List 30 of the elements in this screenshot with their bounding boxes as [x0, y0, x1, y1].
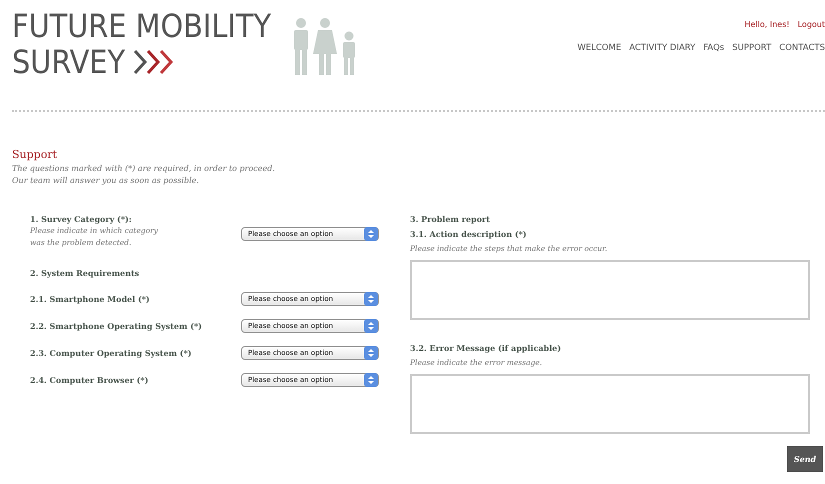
field-label: 2.2. Smartphone Operating System (*): [30, 320, 202, 332]
text-area[interactable]: [410, 260, 810, 320]
field-label: 1. Survey Category (*):: [30, 213, 133, 225]
field-label: 2.3. Computer Operating System (*): [30, 346, 192, 358]
stepper-arrows-icon: [364, 318, 378, 332]
stepper-arrows-icon: [364, 292, 378, 306]
text-area[interactable]: [410, 374, 810, 434]
send-button[interactable]: Send: [787, 446, 823, 472]
intro-text: The questions marked with (*) are required, in order to proceed.: [12, 163, 276, 175]
section-heading: 2. System Requirements: [30, 267, 140, 279]
field-label: 3.1. Action description (*): [410, 228, 528, 240]
nav-link[interactable]: ACTIVITY DIARY: [629, 43, 696, 53]
field-label: 2.4. Computer Browser (*): [30, 374, 148, 386]
logo-text: FUTURE MOBILITY: [12, 8, 272, 44]
field-label: 3.2. Error Message (if applicable): [410, 342, 562, 354]
stepper-arrows-icon: [364, 227, 378, 241]
field-label: 2.1. Smartphone Model (*): [30, 292, 150, 304]
intro-text: Our team will answer you as soon as possible.: [12, 175, 200, 187]
user-link[interactable]: Logout: [798, 20, 825, 29]
nav-link[interactable]: WELCOME: [577, 43, 622, 53]
stepper-arrows-icon: [364, 346, 378, 360]
page-title: Support: [12, 148, 58, 161]
stepper-arrows-icon: [364, 372, 378, 386]
chevrons-icon: [133, 49, 176, 75]
logo-text: SURVEY: [12, 44, 126, 80]
section-heading: 3. Problem report: [410, 213, 491, 225]
nav-link[interactable]: SUPPORT: [732, 43, 772, 53]
nav-link[interactable]: CONTACTS: [779, 43, 825, 53]
nav-link[interactable]: FAQs: [703, 43, 724, 53]
user-link[interactable]: Hello, Ines!: [744, 20, 790, 29]
